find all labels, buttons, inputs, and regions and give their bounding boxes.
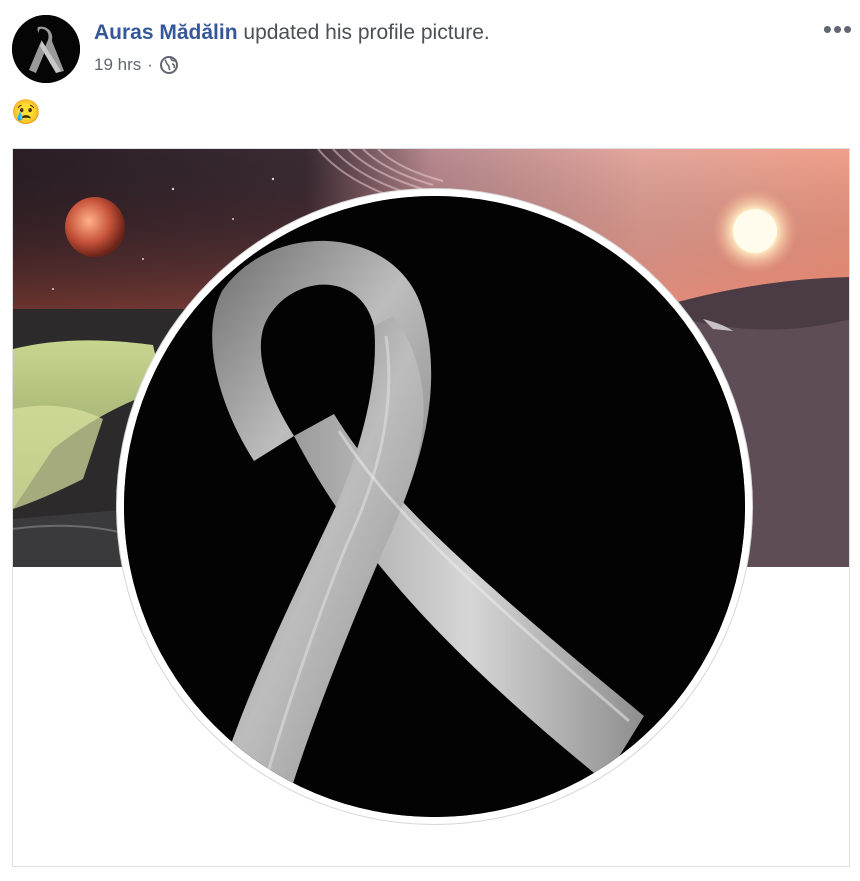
feed-post: Auras Mădălin updated his profile pictur…: [0, 0, 860, 881]
post-action-text: updated his profile picture.: [243, 21, 490, 44]
post-header: Auras Mădălin updated his profile pictur…: [94, 20, 490, 46]
ribbon-avatar-image: [12, 15, 80, 83]
crying-face-emoji: 😢: [11, 99, 41, 126]
more-options-icon[interactable]: •••: [820, 14, 856, 44]
author-avatar[interactable]: [12, 15, 80, 83]
profile-picture-frame: [117, 189, 752, 824]
author-name-link[interactable]: Auras Mădălin: [94, 21, 238, 44]
post-meta: 19 hrs ·: [94, 55, 179, 75]
black-ribbon-image: [124, 196, 745, 817]
globe-icon[interactable]: [159, 55, 179, 75]
meta-separator: ·: [147, 55, 153, 74]
profile-picture-photo[interactable]: [12, 148, 850, 867]
post-timestamp-link[interactable]: 19 hrs: [94, 55, 141, 75]
